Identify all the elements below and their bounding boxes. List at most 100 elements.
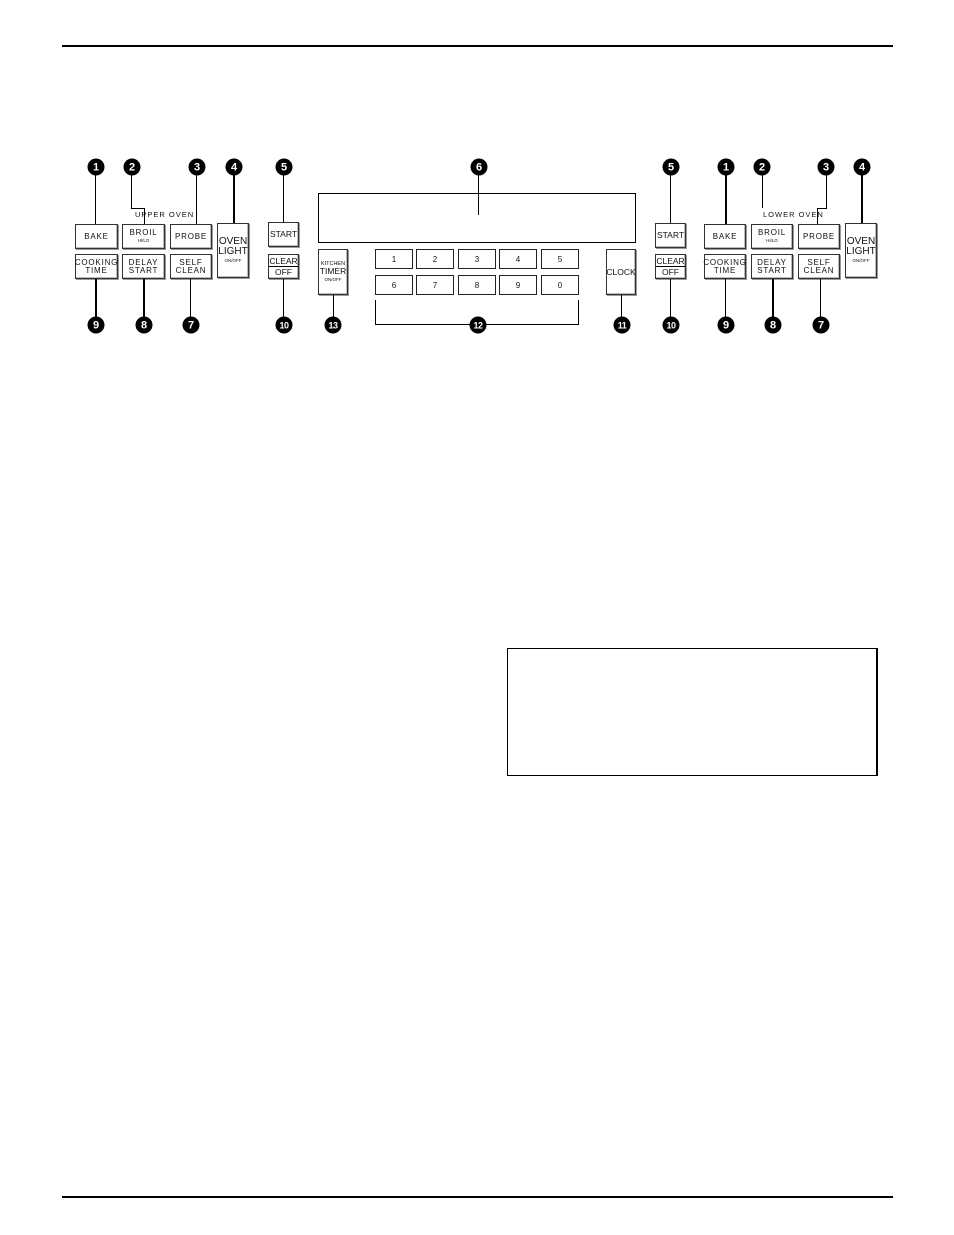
callout-7: 7: [182, 316, 200, 334]
button-label-line2: START: [757, 265, 787, 275]
number-key-6[interactable]: 6: [375, 275, 413, 295]
lower-oven-label: LOWER OVEN: [763, 210, 824, 219]
callout-5-lower: 5: [662, 158, 680, 176]
button-sublabel: ON/OFF: [224, 258, 242, 264]
callout-11: 11: [613, 316, 631, 334]
leader-line: [375, 300, 376, 324]
button-label-line2: OFF: [662, 267, 679, 277]
top-rule: [62, 45, 893, 47]
lower-probe-button[interactable]: PROBE: [798, 224, 840, 249]
lower-start-button[interactable]: START: [655, 223, 686, 248]
display-window: [318, 193, 636, 243]
leader-line: [820, 279, 821, 317]
lower-oven-light-button[interactable]: OVEN LIGHT ON/OFF: [845, 223, 877, 278]
button-sublabel: HI/LO: [137, 238, 150, 244]
leader-line: [190, 279, 191, 317]
leader-line: [283, 279, 284, 317]
callout-10-lower: 10: [662, 316, 680, 334]
button-label-line1: CLEAR: [269, 255, 298, 267]
leader-line: [578, 300, 579, 324]
number-key-2[interactable]: 2: [416, 249, 454, 269]
callout-7-lower: 7: [812, 316, 830, 334]
button-label-line2: TIME: [85, 265, 108, 275]
upper-cooking-time-button[interactable]: COOKING TIME: [75, 254, 118, 279]
leader-line: [333, 295, 334, 317]
upper-delay-start-button[interactable]: DELAY START: [122, 254, 165, 279]
note-box: [507, 648, 878, 776]
button-label: PROBE: [802, 231, 835, 241]
number-key-7[interactable]: 7: [416, 275, 454, 295]
leader-line: [670, 279, 671, 317]
button-sublabel: HI/LO: [766, 238, 778, 244]
number-key-0[interactable]: 0: [541, 275, 579, 295]
button-label-line2: CLEAN: [175, 265, 207, 275]
callout-3: 3: [188, 158, 206, 176]
callout-10: 10: [275, 316, 293, 334]
upper-probe-button[interactable]: PROBE: [170, 224, 212, 249]
callout-8-lower: 8: [764, 316, 782, 334]
lower-self-clean-button[interactable]: SELF CLEAN: [798, 254, 840, 279]
button-label: START: [656, 230, 685, 241]
leader-line: [670, 175, 671, 223]
kitchen-timer-button[interactable]: KITCHEN TIMER ON/OFF: [318, 249, 348, 295]
button-label: BROIL: [757, 228, 786, 238]
leader-line: [478, 175, 479, 215]
callout-3-lower: 3: [817, 158, 835, 176]
button-label-line2: LIGHT: [846, 246, 876, 258]
leader-line: [861, 175, 863, 223]
lower-cooking-time-button[interactable]: COOKING TIME: [703, 254, 746, 279]
callout-12: 12: [469, 316, 487, 334]
button-label-line2: START: [128, 265, 159, 275]
leader-line: [95, 175, 96, 224]
number-key-9[interactable]: 9: [499, 275, 537, 295]
leader-line: [621, 295, 622, 317]
upper-oven-light-button[interactable]: OVEN LIGHT ON/OFF: [217, 223, 249, 278]
bottom-rule: [62, 1196, 893, 1198]
leader-line: [283, 175, 284, 222]
number-key-1[interactable]: 1: [375, 249, 413, 269]
upper-start-button[interactable]: START: [268, 222, 299, 247]
number-key-4[interactable]: 4: [499, 249, 537, 269]
button-sublabel: ON/OFF: [324, 276, 342, 282]
lower-broil-button[interactable]: BROIL HI/LO: [751, 224, 793, 249]
leader-line: [817, 208, 827, 209]
leader-line: [143, 279, 145, 317]
button-label-line2: LIGHT: [218, 246, 248, 258]
callout-4: 4: [225, 158, 243, 176]
number-key-8[interactable]: 8: [458, 275, 496, 295]
callout-13: 13: [324, 316, 342, 334]
callout-5: 5: [275, 158, 293, 176]
button-label-line1: CLEAR: [656, 255, 685, 267]
leader-line: [196, 175, 197, 224]
number-key-3[interactable]: 3: [458, 249, 496, 269]
leader-line: [725, 175, 727, 224]
leader-line: [762, 175, 763, 208]
callout-9: 9: [87, 316, 105, 334]
button-label: BAKE: [712, 231, 738, 241]
lower-clear-off-button[interactable]: CLEAR OFF: [655, 254, 686, 279]
button-label: BAKE: [84, 231, 109, 241]
leader-line: [772, 279, 774, 317]
upper-bake-button[interactable]: BAKE: [75, 224, 118, 249]
leader-line: [725, 279, 726, 317]
button-label-line2: OFF: [275, 267, 292, 277]
leader-line: [233, 175, 235, 223]
button-label: START: [269, 229, 298, 240]
leader-line: [131, 208, 144, 209]
lower-bake-button[interactable]: BAKE: [704, 224, 746, 249]
callout-8: 8: [135, 316, 153, 334]
number-key-5[interactable]: 5: [541, 249, 579, 269]
lower-delay-start-button[interactable]: DELAY START: [751, 254, 793, 279]
clock-button[interactable]: CLOCK: [606, 249, 636, 295]
callout-2-lower: 2: [753, 158, 771, 176]
callout-9-lower: 9: [717, 316, 735, 334]
button-label: BROIL: [129, 228, 158, 238]
callout-1-lower: 1: [717, 158, 735, 176]
button-label-line2: TIME: [713, 265, 737, 275]
leader-line: [131, 175, 132, 208]
button-label-line2: TIMER: [319, 266, 347, 277]
upper-clear-off-button[interactable]: CLEAR OFF: [268, 254, 299, 279]
leader-line: [95, 279, 97, 317]
upper-self-clean-button[interactable]: SELF CLEAN: [170, 254, 212, 279]
upper-broil-button[interactable]: BROIL HI/LO: [122, 224, 165, 249]
